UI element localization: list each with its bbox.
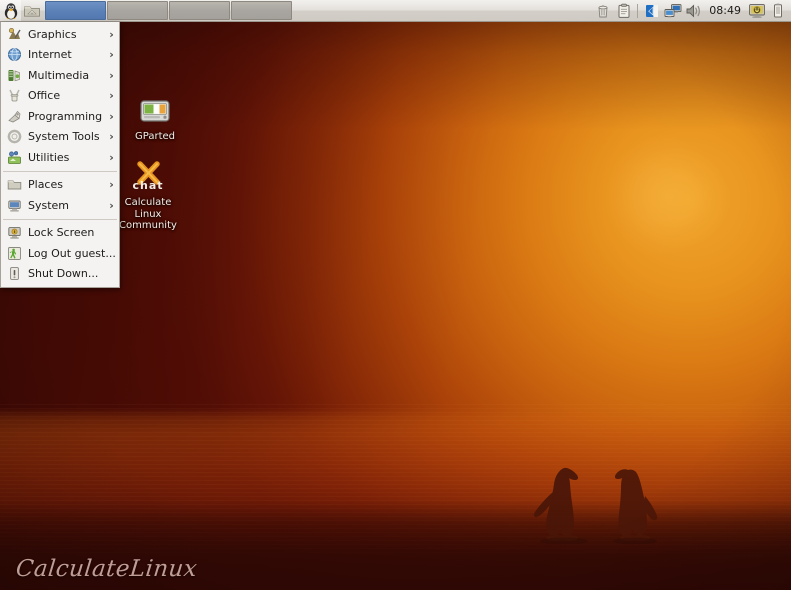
chevron-right-icon: › (109, 130, 114, 144)
desktop-icon-calculate-linux-community[interactable]: chat Calculate Linux Community (110, 158, 186, 232)
office-icon (6, 87, 23, 104)
chevron-right-icon: › (109, 48, 114, 62)
menu-item-internet[interactable]: Internet › (1, 45, 119, 66)
menu-item-label: Places (28, 179, 63, 191)
menu-item-shut-down[interactable]: Shut Down... (1, 264, 119, 285)
menu-item-places[interactable]: Places › (1, 175, 119, 196)
gparted-disk-icon (117, 92, 193, 128)
menu-item-utilities[interactable]: Utilities › (1, 147, 119, 168)
task-button[interactable] (231, 1, 292, 20)
top-panel: 08:49 (0, 0, 791, 22)
menu-item-graphics[interactable]: Graphics › (1, 24, 119, 45)
application-menu: Graphics › Internet › Multimedia › Offic… (0, 22, 120, 288)
menu-item-system[interactable]: System › (1, 195, 119, 216)
menu-item-system-tools[interactable]: System Tools › (1, 127, 119, 148)
lock-screen-icon (6, 224, 23, 241)
menu-item-label: Office (28, 90, 61, 102)
network-monitor-icon[interactable] (663, 1, 682, 20)
menu-item-label: System (28, 199, 70, 211)
menu-separator-2 (3, 218, 117, 220)
menu-separator-1 (3, 170, 117, 172)
display-power-icon[interactable] (747, 1, 766, 20)
utilities-icon (6, 149, 23, 166)
multimedia-icon (6, 67, 23, 84)
task-button[interactable] (45, 1, 106, 20)
desktop-icon-label: Calculate Linux Community (119, 197, 177, 231)
system-tray: 08:49 (593, 0, 791, 21)
chevron-right-icon: › (109, 198, 114, 212)
chevron-right-icon: › (109, 178, 114, 192)
internet-icon (6, 46, 23, 63)
battery-icon[interactable] (768, 1, 787, 20)
svg-text:chat: chat (132, 179, 163, 192)
menu-item-label: Utilities (28, 151, 70, 163)
menu-item-label: Log Out guest... (28, 247, 116, 259)
menu-item-label: Programming (28, 110, 103, 122)
menu-item-label: System Tools (28, 131, 100, 143)
clock[interactable]: 08:49 (705, 4, 745, 17)
computer-icon (6, 197, 23, 214)
menu-item-programming[interactable]: Programming › (1, 106, 119, 127)
window-task-list (45, 1, 593, 20)
xchat-icon: chat (110, 158, 186, 194)
folder-icon (6, 176, 23, 193)
chevron-right-icon: › (109, 150, 114, 164)
calculate-linux-watermark: CalculateLinux (14, 556, 199, 582)
file-manager-launcher[interactable] (21, 0, 42, 21)
menu-item-log-out[interactable]: Log Out guest... (1, 243, 119, 264)
graphics-icon (6, 26, 23, 43)
volume-icon[interactable] (684, 1, 703, 20)
trash-icon[interactable] (593, 1, 612, 20)
clipboard-icon[interactable] (614, 1, 633, 20)
task-button[interactable] (169, 1, 230, 20)
task-button[interactable] (107, 1, 168, 20)
desktop-icon-label: GParted (135, 131, 175, 142)
menu-item-label: Multimedia (28, 69, 90, 81)
menu-item-office[interactable]: Office › (1, 86, 119, 107)
menu-item-label: Graphics (28, 28, 77, 40)
menu-item-label: Lock Screen (28, 227, 95, 239)
menu-item-label: Internet (28, 49, 72, 61)
chevron-right-icon: › (109, 109, 114, 123)
menu-item-multimedia[interactable]: Multimedia › (1, 65, 119, 86)
desktop-icon-gparted[interactable]: GParted (117, 92, 193, 143)
chevron-right-icon: › (109, 68, 114, 82)
chevron-right-icon: › (109, 89, 114, 103)
programming-icon (6, 108, 23, 125)
menu-item-lock-screen[interactable]: Lock Screen (1, 223, 119, 244)
system-tools-icon (6, 128, 23, 145)
logout-icon (6, 245, 23, 262)
menu-item-label: Shut Down... (28, 268, 99, 280)
app-window-icon[interactable] (642, 1, 661, 20)
desktop-screen: CalculateLinux GParted chat Calculate Li… (0, 0, 791, 590)
main-menu-launcher[interactable] (0, 0, 21, 21)
shutdown-icon (6, 265, 23, 282)
chevron-right-icon: › (109, 27, 114, 41)
tray-separator (637, 3, 639, 18)
